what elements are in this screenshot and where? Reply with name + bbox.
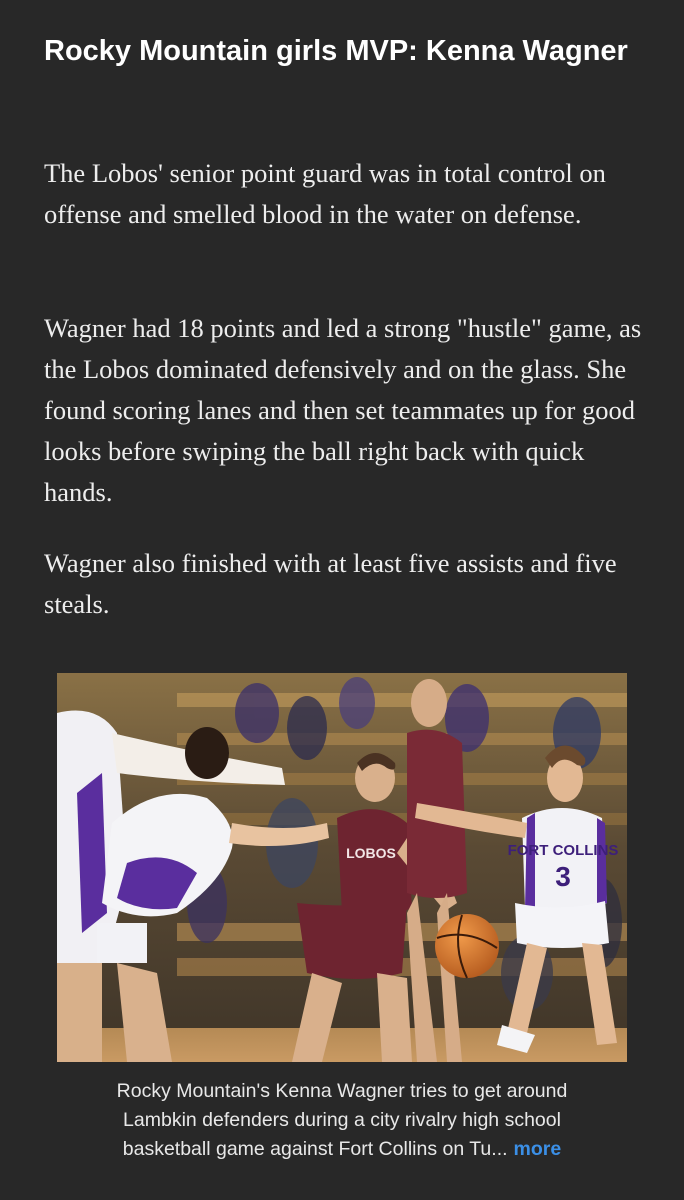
article-paragraph: Wagner had 18 points and led a strong "h… bbox=[44, 313, 642, 507]
article-paragraph: The Lobos' senior point guard was in tot… bbox=[44, 158, 606, 229]
photo-caption: Rocky Mountain's Kenna Wagner tries to g… bbox=[57, 1077, 627, 1164]
article-paragraph: Wagner also finished with at least five … bbox=[44, 548, 617, 619]
jersey-number: 3 bbox=[555, 861, 571, 892]
basketball-game-photo: FORT COLLINS 3 LOBOS bbox=[57, 673, 627, 1062]
article-headline: Rocky Mountain girls MVP: Kenna Wagner bbox=[44, 35, 628, 67]
caption-line-last: basketball game against Fort Collins on … bbox=[57, 1135, 627, 1164]
caption-line: Rocky Mountain's Kenna Wagner tries to g… bbox=[116, 1080, 568, 1102]
caption-more-link[interactable]: more bbox=[514, 1138, 562, 1160]
caption-line: Lambkin defenders during a city rivalry … bbox=[123, 1109, 561, 1131]
jersey-text: LOBOS bbox=[346, 845, 396, 861]
caption-line-text: basketball game against Fort Collins on … bbox=[122, 1138, 508, 1160]
article-photo[interactable]: FORT COLLINS 3 LOBOS bbox=[57, 673, 627, 1062]
jersey-text: FORT COLLINS bbox=[508, 842, 619, 859]
